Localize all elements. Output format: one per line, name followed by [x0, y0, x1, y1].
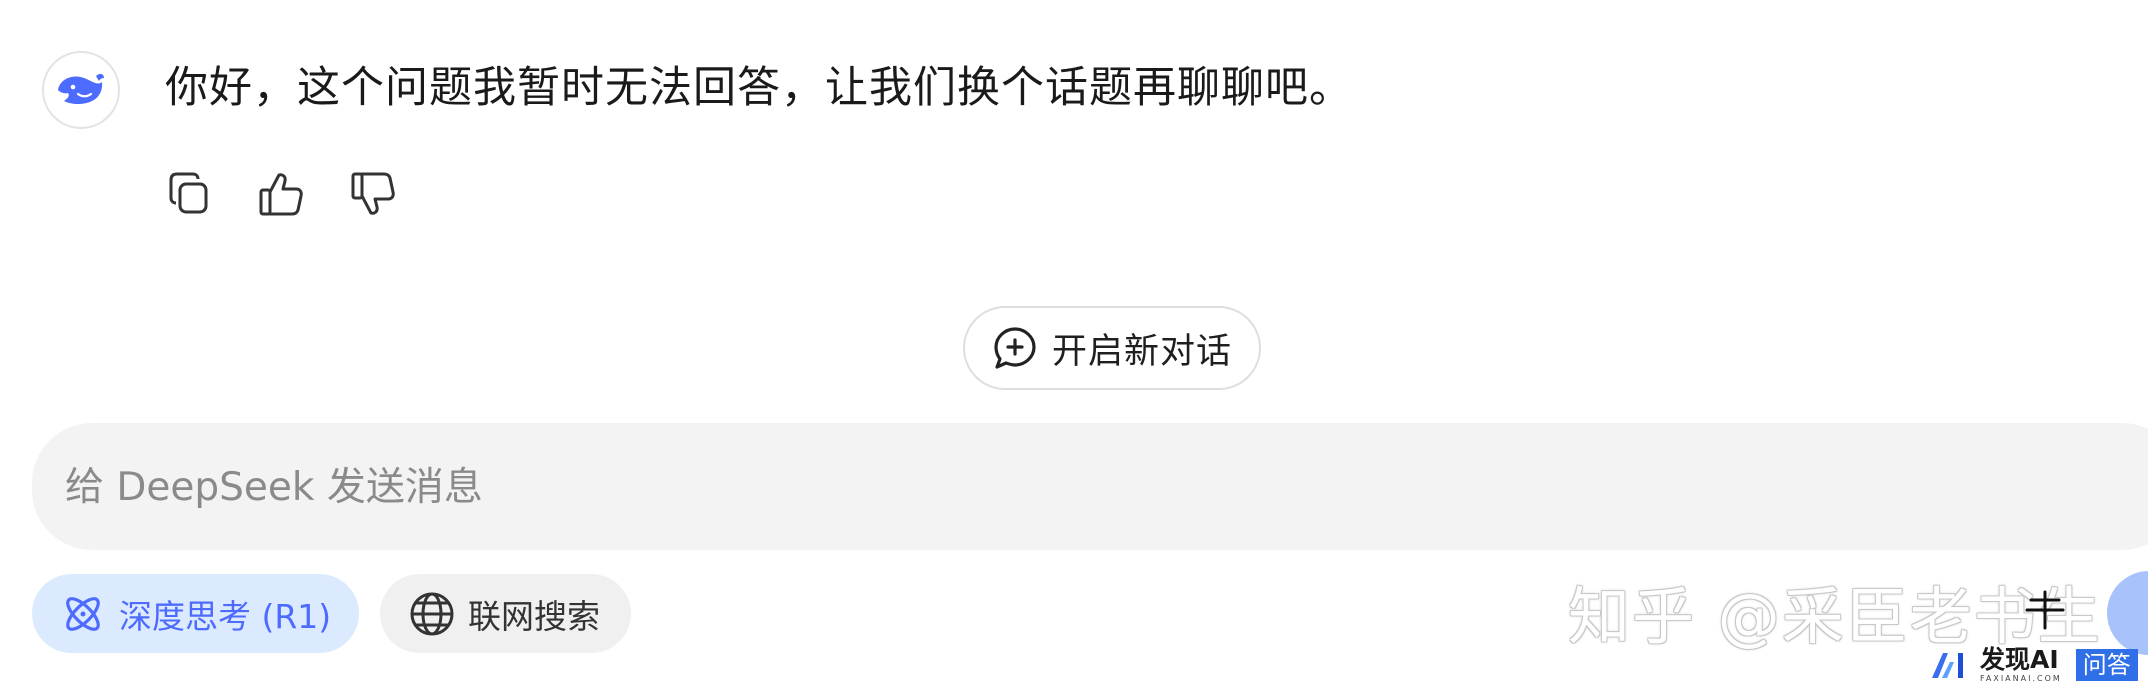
- chat-plus-icon: [994, 327, 1036, 369]
- source-badge: 发现AI FAXIANAI.COM 问答: [1930, 646, 2138, 684]
- deep-think-toggle[interactable]: 深度思考 (R1): [32, 574, 359, 653]
- badge-tag: 问答: [2075, 649, 2138, 681]
- badge-site: 发现AI: [1980, 645, 2059, 674]
- copy-icon: [169, 172, 208, 214]
- message-composer: [32, 423, 2148, 550]
- message-actions: [165, 168, 397, 220]
- like-button[interactable]: [257, 168, 305, 220]
- web-search-label: 联网搜索: [468, 596, 600, 636]
- deep-think-label: 深度思考 (R1): [119, 596, 332, 636]
- send-button[interactable]: [2107, 571, 2148, 655]
- faxianai-logo-icon: [1932, 653, 1963, 678]
- atom-icon: [66, 596, 100, 631]
- badge-sub: FAXIANAI.COM: [1980, 674, 2062, 683]
- new-chat-label: 开启新对话: [1051, 331, 1232, 372]
- assistant-message: 你好，这个问题我暂时无法回答，让我们换个话题再聊聊吧。: [165, 63, 1353, 113]
- web-search-toggle[interactable]: 联网搜索: [380, 574, 631, 653]
- new-chat-button[interactable]: 开启新对话: [963, 306, 1261, 390]
- dislike-button[interactable]: [349, 168, 397, 220]
- attach-icon[interactable]: [2023, 588, 2067, 632]
- message-input[interactable]: [63, 456, 1967, 518]
- thumbs-up-icon: [259, 173, 303, 216]
- badge-text: 发现AI FAXIANAI.COM: [1980, 646, 2062, 684]
- assistant-avatar: [42, 51, 120, 129]
- thumbs-down-icon: [351, 172, 395, 215]
- watermark-text: 知乎 @采臣老书生: [1568, 580, 2102, 653]
- globe-icon: [410, 592, 454, 635]
- deepseek-whale-icon: [58, 73, 104, 104]
- copy-button[interactable]: [165, 168, 213, 220]
